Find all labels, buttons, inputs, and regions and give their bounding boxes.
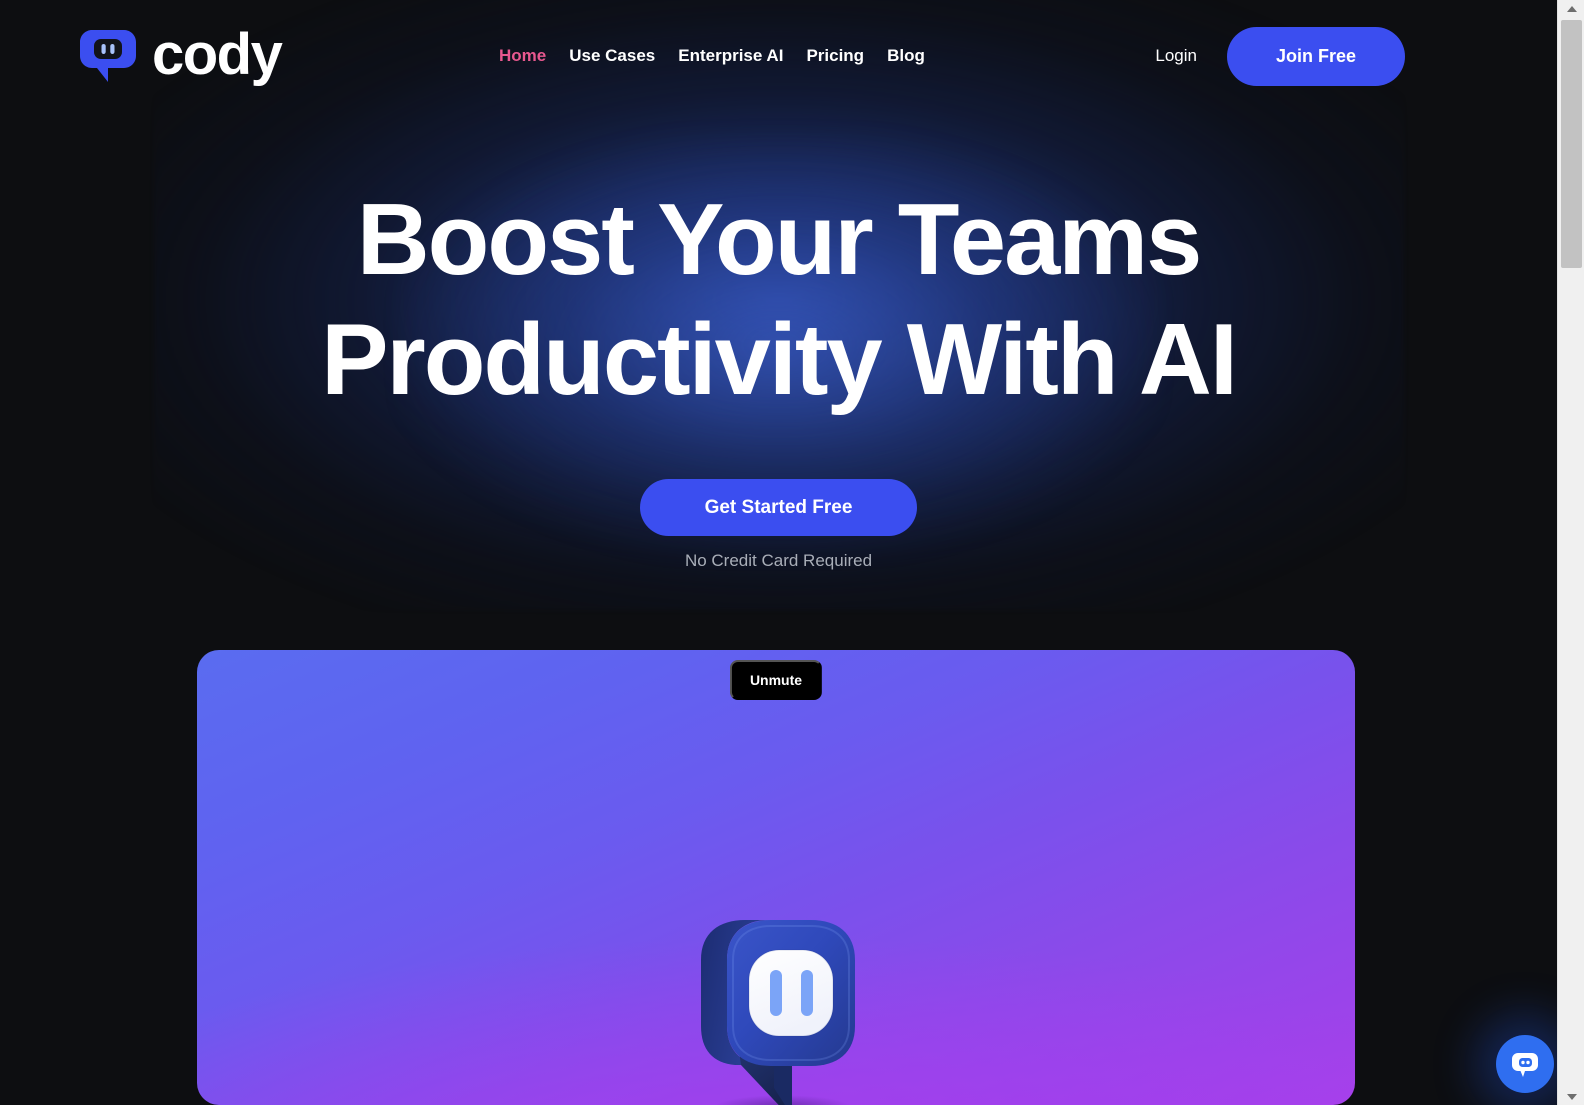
scroll-down-arrow-icon[interactable]: [1558, 1088, 1584, 1105]
main-navigation: Home Use Cases Enterprise AI Pricing Blo…: [499, 44, 948, 68]
browser-scrollbar[interactable]: [1557, 0, 1584, 1105]
hero-section: Boost Your Teams Productivity With AI Ge…: [0, 180, 1557, 571]
cta-subtext: No Credit Card Required: [684, 551, 873, 570]
login-link[interactable]: Login: [1155, 26, 1197, 86]
page-title: Boost Your Teams Productivity With AI: [0, 180, 1557, 420]
nav-item-home[interactable]: Home: [499, 44, 569, 68]
scrollbar-thumb[interactable]: [1561, 20, 1582, 268]
unmute-button[interactable]: Unmute: [729, 660, 823, 700]
cody-chat-bot-icon: [78, 26, 138, 84]
cody-3d-chat-bot-icon: [661, 908, 891, 1105]
nav-item-use-cases[interactable]: Use Cases: [569, 44, 678, 68]
join-free-button[interactable]: Join Free: [1227, 26, 1405, 86]
hero-title-line-1: Boost Your Teams: [356, 184, 1203, 296]
hero-title-line-2: Productivity With AI: [321, 304, 1238, 416]
chat-widget-button[interactable]: [1496, 1035, 1554, 1093]
header-actions: Login Join Free: [1155, 26, 1405, 86]
nav-item-pricing[interactable]: Pricing: [806, 44, 887, 68]
site-header: cody Home Use Cases Enterprise AI Pricin…: [0, 0, 1557, 112]
nav-item-blog[interactable]: Blog: [887, 44, 948, 68]
hero-video-panel[interactable]: Unmute: [197, 650, 1355, 1105]
chat-bubble-icon: [1510, 1049, 1540, 1079]
hero-cta-group: Get Started Free No Credit Card Required: [0, 479, 1557, 571]
brand-logo-link[interactable]: cody: [78, 22, 283, 87]
brand-name: cody: [152, 22, 283, 87]
browser-viewport: cody Home Use Cases Enterprise AI Pricin…: [0, 0, 1584, 1105]
page-content: cody Home Use Cases Enterprise AI Pricin…: [0, 0, 1557, 1105]
scroll-up-arrow-icon[interactable]: [1558, 0, 1584, 17]
get-started-free-button[interactable]: Get Started Free: [640, 479, 917, 536]
nav-item-enterprise-ai[interactable]: Enterprise AI: [678, 44, 806, 68]
